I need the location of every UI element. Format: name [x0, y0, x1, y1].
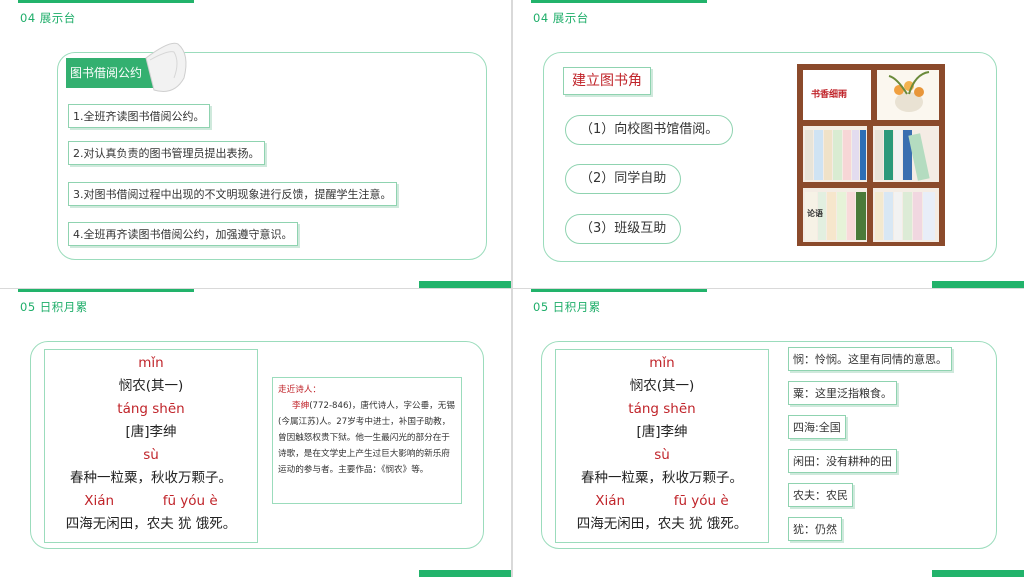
option-pill: （3）班级互助 — [565, 214, 682, 244]
glossary-item: 犹：仍然 — [788, 517, 842, 541]
poem-line: 春种一粒粟，秋收万颗子。 — [581, 470, 743, 486]
shelf-sign: 书香细雨 — [811, 90, 848, 100]
pinyin-part: Xián — [595, 493, 626, 509]
section-header: 04 展示台 — [20, 11, 76, 25]
option-pill: （1）向校图书馆借阅。 — [565, 115, 734, 145]
pinyin: táng shēn — [628, 401, 696, 417]
pinyin-part: Xián — [84, 493, 115, 509]
section-header: 05 日积月累 — [533, 300, 601, 314]
glossary-item: 悯：怜悯。这里有同情的意思。 — [788, 347, 952, 371]
list-item: 1.全班齐读图书借阅公约。 — [68, 104, 210, 128]
section-header: 05 日积月累 — [20, 300, 88, 314]
option-pill: （2）同学自助 — [565, 164, 682, 194]
glossary-item: 闲田：没有耕种的田 — [788, 449, 897, 473]
poet-name: 李绅 — [292, 401, 310, 411]
poem-author: [唐]李绅 — [125, 424, 177, 440]
pinyin: Xián fū yóu è — [45, 490, 257, 513]
poem-title: 悯农(其一) — [118, 378, 184, 394]
list-item: 4.全班再齐读图书借阅公约，加强遵守意识。 — [68, 222, 298, 246]
poet-note-box: 走近诗人： 李绅(772-846)，唐代诗人，字公垂，无锡(今属江苏)人。27岁… — [272, 377, 462, 504]
pinyin: Xián fū yóu è — [556, 490, 768, 513]
title-box: 建立图书角 — [563, 67, 651, 95]
title-text: 建立图书角 — [572, 73, 642, 89]
section-header: 04 展示台 — [533, 11, 589, 25]
poem-title: 悯农(其一) — [629, 378, 695, 394]
book-spine-label: 论语 — [807, 209, 823, 218]
slide-2: 04 展示台 建立图书角 （1）向校图书馆借阅。 （2）同学自助 （3）班级互助 — [513, 0, 1024, 288]
poem-line: 春种一粒粟，秋收万颗子。 — [70, 470, 232, 486]
bookshelf-illustration: 书香细雨 论语 — [797, 64, 947, 248]
note-body: 李绅(772-846)，唐代诗人，字公垂，无锡(今属江苏)人。27岁考中进士，补… — [278, 398, 456, 478]
pinyin: mǐn — [649, 355, 675, 371]
accent-bar-bottom — [419, 570, 511, 577]
poem-box: mǐn 悯农(其一) táng shēn [唐]李绅 sù 春种一粒粟，秋收万颗… — [555, 349, 769, 543]
glossary-item: 农夫：农民 — [788, 483, 853, 507]
poem-line: 四海无闲田，农夫 犹 饿死。 — [576, 516, 748, 532]
note-heading: 走近诗人： — [278, 385, 321, 395]
slide-1: 04 展示台 图书借阅公约 1.全班齐读图书借阅公约。 2.对认真负责的图书管理… — [0, 0, 511, 288]
pinyin: sù — [654, 447, 670, 463]
accent-bar — [531, 0, 707, 3]
poem-box: mǐn 悯农(其一) táng shēn [唐]李绅 sù 春种一粒粟，秋收万颗… — [44, 349, 258, 543]
accent-bar — [18, 0, 194, 3]
pinyin: táng shēn — [117, 401, 185, 417]
glossary-item: 粟：这里泛指粮食。 — [788, 381, 897, 405]
accent-bar-bottom — [419, 281, 511, 288]
pinyin-part: fū yóu è — [673, 493, 729, 509]
pinyin: mǐn — [138, 355, 164, 371]
list-item: 3.对图书借阅过程中出现的不文明现象进行反馈，提醒学生注意。 — [68, 182, 397, 206]
glossary-item: 四海:全国 — [788, 415, 846, 439]
tag-text: 图书借阅公约 — [70, 66, 143, 80]
pinyin-part: fū yóu è — [162, 493, 218, 509]
slide-3: 05 日积月累 mǐn 悯农(其一) táng shēn [唐]李绅 sù 春种… — [0, 289, 511, 577]
note-text: (772-846)，唐代诗人，字公垂，无锡(今属江苏)人。27岁考中进士，补国子… — [278, 401, 455, 475]
list-item: 2.对认真负责的图书管理员提出表扬。 — [68, 141, 265, 165]
accent-bar-bottom — [932, 281, 1024, 288]
poem-line: 四海无闲田，农夫 犹 饿死。 — [65, 516, 237, 532]
page-curl-icon — [145, 42, 187, 92]
accent-bar-bottom — [932, 570, 1024, 577]
poem-author: [唐]李绅 — [636, 424, 688, 440]
slide-4: 05 日积月累 mǐn 悯农(其一) táng shēn [唐]李绅 sù 春种… — [513, 289, 1024, 577]
pinyin: sù — [143, 447, 159, 463]
accent-bar — [531, 289, 707, 292]
accent-bar — [18, 289, 194, 292]
